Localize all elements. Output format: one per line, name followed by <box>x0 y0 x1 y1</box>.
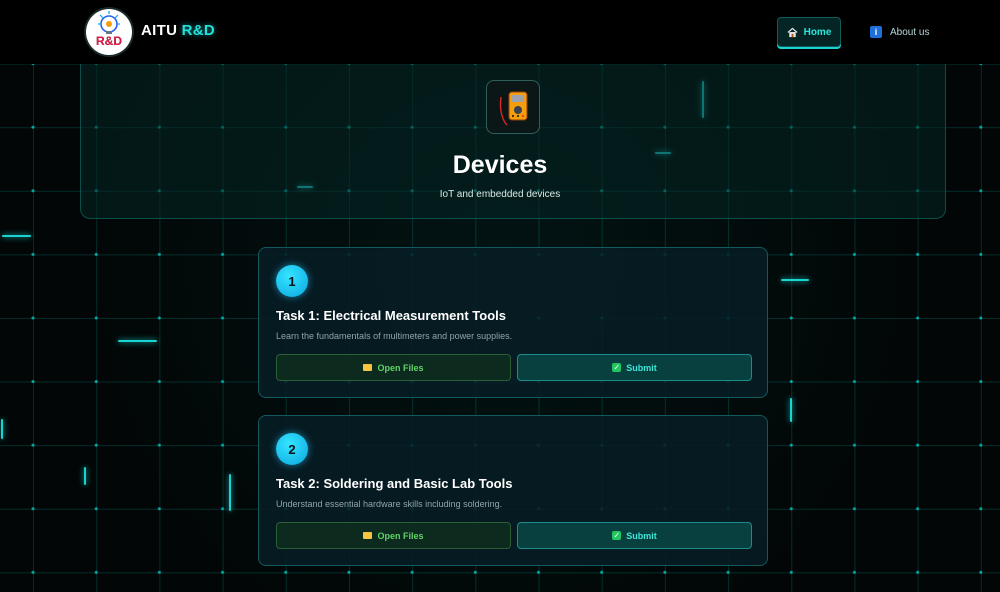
brand-logo[interactable]: R&D <box>86 9 132 55</box>
task-number-badge: 1 <box>276 265 308 297</box>
glow-streak <box>118 340 157 342</box>
checkmark-icon: ✓ <box>612 531 622 540</box>
glow-streak <box>781 279 809 281</box>
open-files-label: Open Files <box>377 530 424 541</box>
submit-button[interactable]: ✓ Submit <box>517 522 752 549</box>
task-card: 1 Task 1: Electrical Measurement Tools L… <box>258 247 768 398</box>
nav-about-link[interactable]: i About us <box>870 24 929 40</box>
brand-name[interactable]: AITU R&D <box>141 22 215 39</box>
folder-icon <box>363 532 373 539</box>
brand-prefix: AITU <box>141 22 178 39</box>
task-description: Understand essential hardware skills inc… <box>276 499 503 509</box>
info-icon: i <box>870 26 882 38</box>
submit-label: Submit <box>626 362 657 373</box>
task-description: Learn the fundamentals of multimeters an… <box>276 331 513 341</box>
multimeter-icon <box>486 80 540 134</box>
task-number-badge: 2 <box>276 433 308 465</box>
page-subtitle: IoT and embedded devices <box>439 189 561 200</box>
glow-streak <box>1 419 3 439</box>
page-title: Devices <box>452 151 548 179</box>
nav-home-label: Home <box>803 26 832 38</box>
nav-home-link[interactable]: Home <box>777 17 841 47</box>
glow-streak <box>84 467 86 485</box>
task-title: Task 1: Electrical Measurement Tools <box>276 308 506 323</box>
submit-button[interactable]: ✓ Submit <box>517 354 752 381</box>
glow-streak <box>790 398 792 422</box>
submit-label: Submit <box>626 530 657 541</box>
folder-icon <box>363 364 373 371</box>
top-navbar: R&D AITU R&D Home i About us <box>0 0 1000 64</box>
open-files-label: Open Files <box>377 362 424 373</box>
brand-accent: R&D <box>181 22 216 39</box>
glow-streak <box>2 235 31 237</box>
checkmark-icon: ✓ <box>612 363 622 372</box>
nav-about-label: About us <box>890 26 930 38</box>
open-files-button[interactable]: Open Files <box>276 522 511 549</box>
open-files-button[interactable]: Open Files <box>276 354 511 381</box>
page: R&D AITU R&D Home i About us Devices IoT… <box>0 0 1000 592</box>
logo-lettering: R&D <box>96 34 122 48</box>
home-icon <box>787 27 798 37</box>
lightbulb-gear-icon <box>98 11 120 34</box>
task-title: Task 2: Soldering and Basic Lab Tools <box>276 476 513 491</box>
task-card: 2 Task 2: Soldering and Basic Lab Tools … <box>258 415 768 566</box>
glow-streak <box>229 474 231 511</box>
